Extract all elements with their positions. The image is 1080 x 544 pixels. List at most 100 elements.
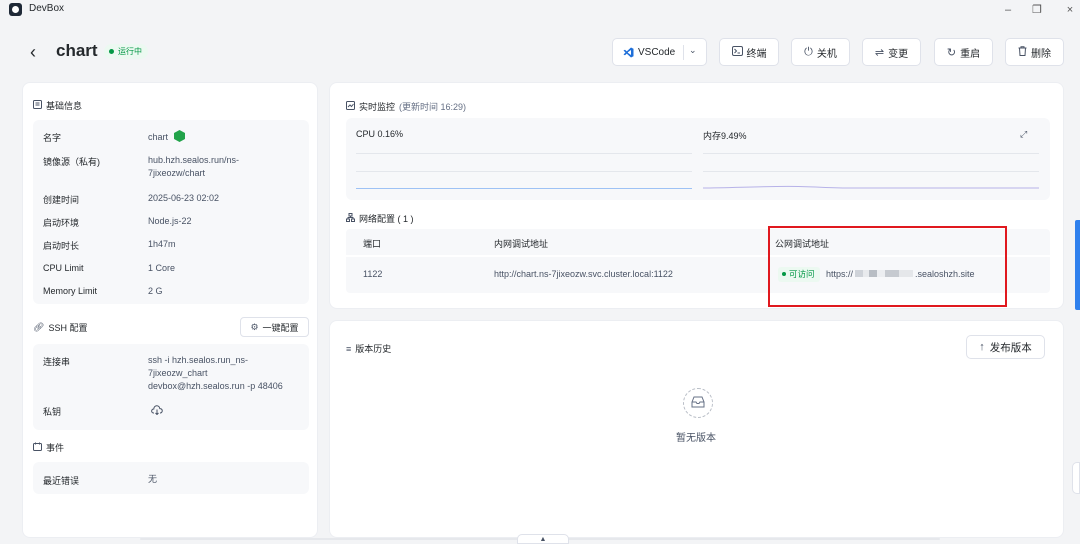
terminal-button[interactable]: 终端 (719, 38, 779, 66)
network-icon (346, 213, 355, 224)
uptime-label: 启动时长 (43, 241, 80, 251)
highlight-box (768, 226, 1007, 307)
created-time-value: 2025-06-23 02:02 (148, 193, 220, 203)
nodejs-hexagon-icon (174, 130, 186, 142)
publish-version-label: 发布版本 (989, 341, 1032, 354)
runtime-value: Node.js-22 (148, 216, 192, 226)
empty-versions-text: 暂无版本 (676, 433, 716, 444)
connect-string-value[interactable]: ssh -i hzh.sealos.run_ns-7jixeozw_chart … (148, 354, 298, 393)
status-badge: 运行中 (104, 44, 148, 59)
version-history-panel: ≡ 版本历史 ↑ 发布版本 暂无版本 (329, 320, 1064, 538)
cpu-usage-label: CPU 0.16% (356, 129, 404, 139)
arrow-up-icon: ↑ (979, 341, 985, 353)
events-title: 事件 (33, 441, 64, 454)
runtime-label: 启动环境 (43, 218, 80, 228)
one-key-config-button[interactable]: ⚙ 一键配置 (240, 317, 309, 337)
cpu-sparkline (356, 188, 692, 189)
download-icon[interactable] (151, 405, 163, 419)
vscode-button[interactable]: VSCode ⌄ (612, 38, 707, 66)
monitor-label: 实时监控 (359, 102, 396, 112)
created-time-label: 创建时间 (43, 195, 80, 205)
minimize-button[interactable]: – (1000, 2, 1016, 18)
expand-icon[interactable]: ⤢ (1020, 129, 1027, 140)
link-icon: 🔗︎ (33, 322, 45, 332)
ssh-config-label: SSH 配置 (48, 323, 88, 333)
name-text: chart (148, 132, 169, 142)
terminal-label: 终端 (746, 48, 767, 60)
restart-button[interactable]: ↻ 重启 (934, 38, 993, 66)
monitor-title: 实时监控 (更新时间 16:29) (346, 100, 466, 113)
vscode-divider (683, 45, 684, 60)
port-header: 端口 (363, 239, 382, 249)
recent-error-value: 无 (148, 474, 158, 484)
connect-string-label: 连接串 (43, 357, 71, 367)
app-name: DevBox (29, 3, 65, 14)
port-value: 1122 (363, 269, 383, 279)
one-key-config-label: 一键配置 (262, 322, 299, 333)
gear-icon: ⚙ (250, 321, 259, 332)
change-label: 变更 (888, 48, 909, 60)
ssh-info-box: 连接串 ssh -i hzh.sealos.run_ns-7jixeozw_ch… (33, 344, 309, 430)
page-title: chart (56, 41, 98, 60)
memory-usage-label: 内存9.49% (703, 131, 747, 141)
list-icon: ≡ (346, 343, 352, 354)
image-source-value: hub.hzh.sealos.run/ns-7jixeozw/chart (148, 155, 240, 178)
restore-button[interactable]: ❐ (1029, 2, 1045, 18)
memory-sparkline (703, 185, 1039, 189)
vscode-icon (623, 47, 634, 58)
basic-info-title: 基础信息 (33, 99, 82, 112)
left-info-panel: 基础信息 名字 chart 镜像源（私有) hub.hzh.sealos.run… (22, 82, 318, 538)
monitor-chart-box: CPU 0.16% 内存9.49% ⤢ (346, 118, 1050, 200)
internal-address-value[interactable]: http://chart.ns-7jixeozw.svc.cluster.loc… (494, 269, 673, 279)
devbox-logo-icon (9, 3, 22, 16)
network-label: 网络配置 ( 1 ) (359, 214, 414, 224)
back-button[interactable]: ‹ (30, 42, 44, 62)
cpu-gridline (356, 171, 692, 172)
uptime-value: 1h47m (148, 239, 176, 249)
memory-limit-label: Memory Limit (43, 286, 98, 296)
monitor-updated-time: (更新时间 16:29) (399, 102, 467, 112)
name-value: chart (148, 130, 186, 144)
memory-limit-value: 2 G (148, 286, 163, 296)
chevron-down-icon[interactable]: ⌄ (689, 45, 697, 56)
calendar-icon (33, 442, 42, 453)
shutdown-button[interactable]: ⏻ 关机 (791, 38, 850, 66)
document-icon (33, 100, 42, 111)
network-title: 网络配置 ( 1 ) (346, 212, 414, 225)
events-box: 最近错误 无 (33, 462, 309, 494)
empty-box-icon (683, 388, 713, 418)
cpu-limit-value: 1 Core (148, 263, 176, 273)
internal-address-header: 内网调试地址 (494, 239, 549, 249)
restart-label: 重启 (960, 48, 981, 60)
cpu-gridline (356, 153, 692, 154)
private-key-label: 私钥 (43, 407, 62, 417)
trash-icon (1018, 45, 1027, 59)
memory-line (703, 185, 1039, 189)
side-collapse-handle[interactable] (1072, 462, 1080, 494)
publish-version-button[interactable]: ↑ 发布版本 (966, 335, 1045, 359)
version-history-label: 版本历史 (355, 344, 392, 354)
page-header: ‹ chart 运行中 VSCode ⌄ 终端 ⏻ 关机 ⇌ 变更 ↻ 重启 删… (0, 30, 1080, 74)
cpu-limit-label: CPU Limit (43, 263, 84, 273)
delete-label: 删除 (1031, 48, 1051, 60)
close-window-button[interactable]: × (1062, 2, 1078, 18)
name-label: 名字 (43, 133, 62, 143)
image-source-label: 镜像源（私有) (43, 157, 100, 167)
basic-info-box: 名字 chart 镜像源（私有) hub.hzh.sealos.run/ns-7… (33, 120, 309, 304)
recent-error-label: 最近错误 (43, 476, 80, 486)
change-button[interactable]: ⇌ 变更 (862, 38, 921, 66)
monitor-chart-icon (346, 101, 355, 112)
restart-icon: ↻ (946, 46, 957, 59)
ssh-config-title: 🔗︎ SSH 配置 (33, 321, 87, 334)
vscode-label: VSCode (638, 46, 676, 58)
side-scroll-indicator[interactable] (1075, 220, 1080, 310)
terminal-icon (731, 45, 743, 59)
swap-icon: ⇌ (874, 46, 885, 59)
power-icon: ⏻ (804, 45, 813, 58)
memory-gridline (703, 153, 1039, 154)
basic-info-label: 基础信息 (46, 101, 83, 111)
delete-button[interactable]: 删除 (1005, 38, 1064, 66)
version-history-title: ≡ 版本历史 (346, 342, 391, 355)
bottom-expand-handle[interactable]: ▲ (517, 534, 569, 544)
window-titlebar: DevBox – ❐ × (0, 0, 1080, 20)
